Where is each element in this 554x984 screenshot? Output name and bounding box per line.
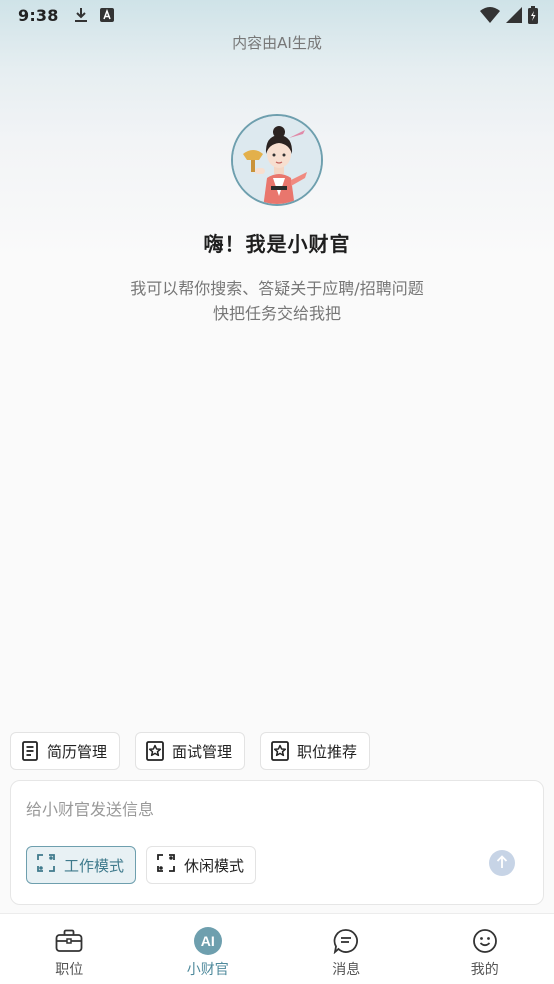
intro-line-2: 快把任务交给我把 (212, 304, 341, 323)
message-icon (331, 926, 361, 956)
tab-messages[interactable]: 消息 (277, 914, 416, 984)
star-doc-icon (146, 741, 164, 761)
resume-management-label: 简历管理 (47, 742, 108, 761)
work-mode-button[interactable]: 工作模式 (26, 846, 137, 884)
bottom-tab-bar: 职位 AI 小财官 消息 我的 (0, 913, 554, 984)
mode-icon (157, 854, 175, 876)
wifi-icon (480, 7, 500, 27)
download-icon (73, 7, 89, 23)
tab-assistant[interactable]: AI 小财官 (139, 914, 278, 984)
tab-label: 消息 (332, 962, 361, 978)
send-button[interactable] (489, 850, 515, 876)
assistant-greeting: 嗨！我是小财官 (203, 232, 351, 256)
message-composer: 工作模式 休闲模式 (10, 780, 544, 905)
battery-charging-icon (528, 6, 538, 28)
star-doc-icon (271, 741, 289, 761)
ai-badge-icon: AI (193, 926, 223, 956)
interview-management-button[interactable]: 面试管理 (135, 732, 246, 770)
resume-icon (21, 741, 39, 761)
assistant-avatar (231, 114, 323, 206)
work-mode-label: 工作模式 (64, 856, 125, 875)
intro-line-1: 我可以帮你搜索、答疑关于应聘/招聘问题 (130, 279, 424, 298)
briefcase-icon (54, 926, 84, 956)
leisure-mode-button[interactable]: 休闲模式 (146, 846, 257, 884)
tab-mine[interactable]: 我的 (416, 914, 554, 984)
ai-badge-text: AI (193, 927, 222, 955)
smiley-icon (470, 926, 500, 956)
message-input[interactable] (26, 797, 486, 821)
arrow-up-icon (496, 854, 508, 873)
tab-label: 我的 (470, 962, 499, 978)
leisure-mode-label: 休闲模式 (184, 856, 245, 875)
status-time: 9:38 (18, 5, 59, 25)
job-recommendation-label: 职位推荐 (297, 742, 358, 761)
keyboard-a-icon (99, 7, 115, 23)
tab-jobs[interactable]: 职位 (0, 914, 139, 984)
quick-actions: 简历管理 面试管理 职位推荐 (10, 732, 371, 770)
mode-selector: 工作模式 休闲模式 (26, 846, 257, 884)
signal-icon (506, 7, 522, 27)
status-bar: 9:38 (0, 0, 554, 30)
ai-generated-notice: 内容由AI生成 (232, 34, 322, 52)
job-recommendation-button[interactable]: 职位推荐 (260, 732, 371, 770)
status-right-icons (480, 6, 538, 28)
tab-label: 小财官 (186, 962, 229, 978)
resume-management-button[interactable]: 简历管理 (10, 732, 121, 770)
mode-icon (37, 854, 55, 876)
tab-label: 职位 (55, 962, 84, 978)
assistant-intro: 我可以帮你搜索、答疑关于应聘/招聘问题 快把任务交给我把 (0, 276, 554, 326)
interview-management-label: 面试管理 (172, 742, 233, 761)
